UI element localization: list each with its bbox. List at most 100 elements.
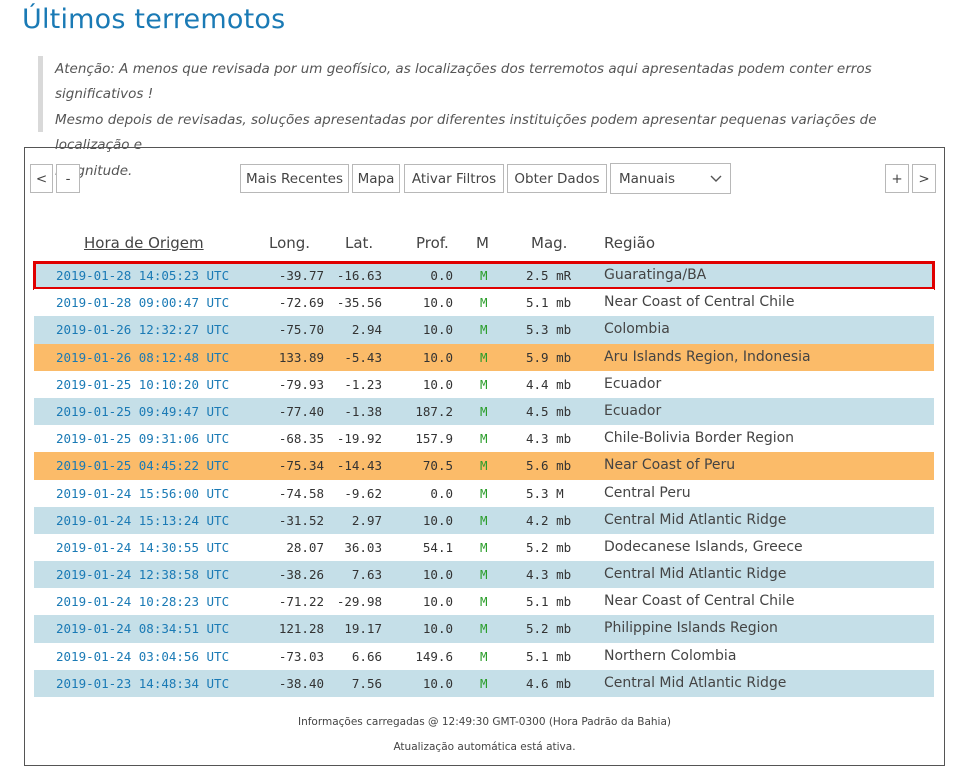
zoom-in-button[interactable]: + xyxy=(885,164,909,193)
row-latitude: -14.43 xyxy=(336,458,382,474)
row-region: Central Mid Atlantic Ridge xyxy=(604,511,787,528)
row-region: Near Coast of Central Chile xyxy=(604,593,795,610)
row-longitude: -77.40 xyxy=(278,403,324,419)
row-latitude: -16.63 xyxy=(336,268,382,283)
row-region: Guaratinga/BA xyxy=(604,267,707,283)
table-row[interactable]: 2019-01-24 15:13:24 UTC -31.52 2.97 10.0 M 4.… xyxy=(34,506,934,534)
row-longitude: 121.28 xyxy=(278,621,324,637)
row-time-link[interactable]: 2019-01-25 09:31:06 UTC xyxy=(56,425,229,452)
table-row[interactable]: 2019-01-25 09:49:47 UTC -77.40 -1.38 187.2 M… xyxy=(34,397,934,426)
header-origin-time[interactable]: Hora de Origem xyxy=(84,234,204,252)
get-data-button[interactable]: Obter Dados xyxy=(507,164,607,193)
row-longitude: -39.77 xyxy=(278,268,324,283)
row-time-link[interactable]: 2019-01-24 03:04:56 UTC xyxy=(56,643,229,670)
row-time-link[interactable]: 2019-01-28 09:00:47 UTC xyxy=(56,289,229,316)
row-time-link[interactable]: 2019-01-24 12:38:58 UTC xyxy=(56,561,229,588)
mode-select[interactable]: Manuais xyxy=(610,163,731,194)
row-latitude: 36.03 xyxy=(344,539,382,555)
row-mode: M xyxy=(480,621,488,637)
row-longitude: 28.07 xyxy=(286,539,324,555)
row-time-link[interactable]: 2019-01-25 04:45:22 UTC xyxy=(56,452,229,479)
row-latitude: -1.23 xyxy=(344,376,382,392)
row-depth: 10.0 xyxy=(422,349,453,365)
row-mode: M xyxy=(480,431,488,447)
row-time-link[interactable]: 2019-01-24 08:34:51 UTC xyxy=(56,615,229,642)
enable-filters-button[interactable]: Ativar Filtros xyxy=(404,164,504,193)
row-depth: 10.0 xyxy=(422,376,453,392)
row-time-link[interactable]: 2019-01-25 10:10:20 UTC xyxy=(56,371,229,398)
row-magnitude: 4.5 mb xyxy=(526,403,572,419)
row-latitude: -29.98 xyxy=(336,594,382,610)
header-latitude: Lat. xyxy=(345,234,374,252)
row-magnitude: 4.4 mb xyxy=(526,376,572,392)
table-row[interactable]: 2019-01-24 03:04:56 UTC -73.03 6.66 149.6 M 5… xyxy=(34,642,934,670)
row-mode: M xyxy=(480,376,488,392)
earthquake-list: 2019-01-28 14:05:23 UTC -39.77 -16.63 0.0 M 2… xyxy=(33,260,935,697)
table-row[interactable]: 2019-01-25 04:45:22 UTC -75.34 -14.43 70.5 M… xyxy=(34,452,934,480)
row-mode: M xyxy=(480,403,488,419)
table-row[interactable]: 2019-01-24 15:56:00 UTC -74.58 -9.62 0.0 M 5.… xyxy=(34,479,934,507)
table-header: Hora de Origem Long. Lat. Prof. M Mag. R… xyxy=(34,234,934,258)
row-latitude: -35.56 xyxy=(336,295,382,311)
row-latitude: 19.17 xyxy=(344,621,382,637)
row-latitude: -5.43 xyxy=(344,349,382,365)
row-region: Northern Colombia xyxy=(604,647,737,664)
row-time-link[interactable]: 2019-01-26 08:12:48 UTC xyxy=(56,344,229,371)
row-region: Near Coast of Peru xyxy=(604,457,736,474)
row-time-link[interactable]: 2019-01-25 09:49:47 UTC xyxy=(56,398,229,425)
row-region: Philippine Islands Region xyxy=(604,620,778,637)
next-page-button[interactable]: > xyxy=(912,164,936,193)
row-magnitude: 5.3 M xyxy=(526,485,564,501)
row-longitude: -31.52 xyxy=(278,512,324,528)
row-mode: M xyxy=(480,567,488,583)
row-time-link[interactable]: 2019-01-24 15:13:24 UTC xyxy=(56,507,229,534)
row-region: Colombia xyxy=(604,321,670,338)
row-mode: M xyxy=(480,322,488,338)
table-row[interactable]: 2019-01-28 09:00:47 UTC -72.69 -35.56 10.0 M… xyxy=(34,289,934,317)
row-depth: 10.0 xyxy=(422,675,453,691)
chevron-down-icon xyxy=(710,175,722,182)
warning-notice: Atenção: A menos que revisada por um geo… xyxy=(38,56,938,179)
row-depth: 10.0 xyxy=(422,295,453,311)
table-row[interactable]: 2019-01-23 14:48:34 UTC -38.40 7.56 10.0 M 4.… xyxy=(34,669,934,697)
row-longitude: -38.26 xyxy=(278,567,324,583)
row-mode: M xyxy=(480,349,488,365)
row-depth: 10.0 xyxy=(422,322,453,338)
row-longitude: -79.93 xyxy=(278,376,324,392)
row-time-link[interactable]: 2019-01-26 12:32:27 UTC xyxy=(56,316,229,343)
row-magnitude: 4.6 mb xyxy=(526,675,572,691)
page-title: Últimos terremotos xyxy=(22,4,286,35)
row-longitude: 133.89 xyxy=(278,349,324,365)
auto-update-text: Atualização automática está ativa. xyxy=(393,741,576,753)
row-time-link[interactable]: 2019-01-24 14:30:55 UTC xyxy=(56,534,229,561)
zoom-out-button[interactable]: - xyxy=(56,164,80,193)
table-row[interactable]: 2019-01-24 10:28:23 UTC -71.22 -29.98 10.0 M… xyxy=(34,588,934,616)
row-region: Near Coast of Central Chile xyxy=(604,294,795,311)
row-longitude: -75.34 xyxy=(278,458,324,474)
table-row[interactable]: 2019-01-24 14:30:55 UTC 28.07 36.03 54.1 M 5.… xyxy=(34,533,934,562)
previous-page-button[interactable]: < xyxy=(30,164,53,193)
table-row[interactable]: 2019-01-26 12:32:27 UTC -75.70 2.94 10.0 M 5.… xyxy=(34,316,934,344)
map-button[interactable]: Mapa xyxy=(352,164,400,193)
table-row-selected[interactable]: 2019-01-28 14:05:23 UTC -39.77 -16.63 0.0 M 2… xyxy=(33,260,935,291)
row-magnitude: 5.9 mb xyxy=(526,349,572,365)
row-magnitude: 2.5 mR xyxy=(526,268,572,283)
row-time-link[interactable]: 2019-01-23 14:48:34 UTC xyxy=(56,670,229,697)
table-row[interactable]: 2019-01-26 08:12:48 UTC 133.89 -5.43 10.0 M 5… xyxy=(34,343,934,371)
row-time-link[interactable]: 2019-01-24 15:56:00 UTC xyxy=(56,480,229,507)
notice-line-1: Atenção: A menos que revisada por um geo… xyxy=(55,61,872,102)
most-recent-button[interactable]: Mais Recentes xyxy=(240,164,349,193)
mode-select-value: Manuais xyxy=(619,170,676,187)
row-depth: 54.1 xyxy=(422,539,453,555)
row-depth: 149.6 xyxy=(415,648,453,664)
table-row[interactable]: 2019-01-25 10:10:20 UTC -79.93 -1.23 10.0 M 4… xyxy=(34,370,934,398)
table-row[interactable]: 2019-01-24 12:38:58 UTC -38.26 7.63 10.0 M 4.… xyxy=(34,561,934,589)
table-row[interactable]: 2019-01-25 09:31:06 UTC -68.35 -19.92 157.9… xyxy=(34,425,934,453)
row-magnitude: 4.3 mb xyxy=(526,431,572,447)
row-magnitude: 5.1 mb xyxy=(526,594,572,610)
row-time-link[interactable]: 2019-01-24 10:28:23 UTC xyxy=(56,588,229,615)
table-row[interactable]: 2019-01-24 08:34:51 UTC 121.28 19.17 10.0 M 5… xyxy=(34,615,934,643)
row-longitude: -38.40 xyxy=(278,675,324,691)
row-time-link[interactable]: 2019-01-28 14:05:23 UTC xyxy=(56,262,229,289)
row-magnitude: 5.6 mb xyxy=(526,458,572,474)
